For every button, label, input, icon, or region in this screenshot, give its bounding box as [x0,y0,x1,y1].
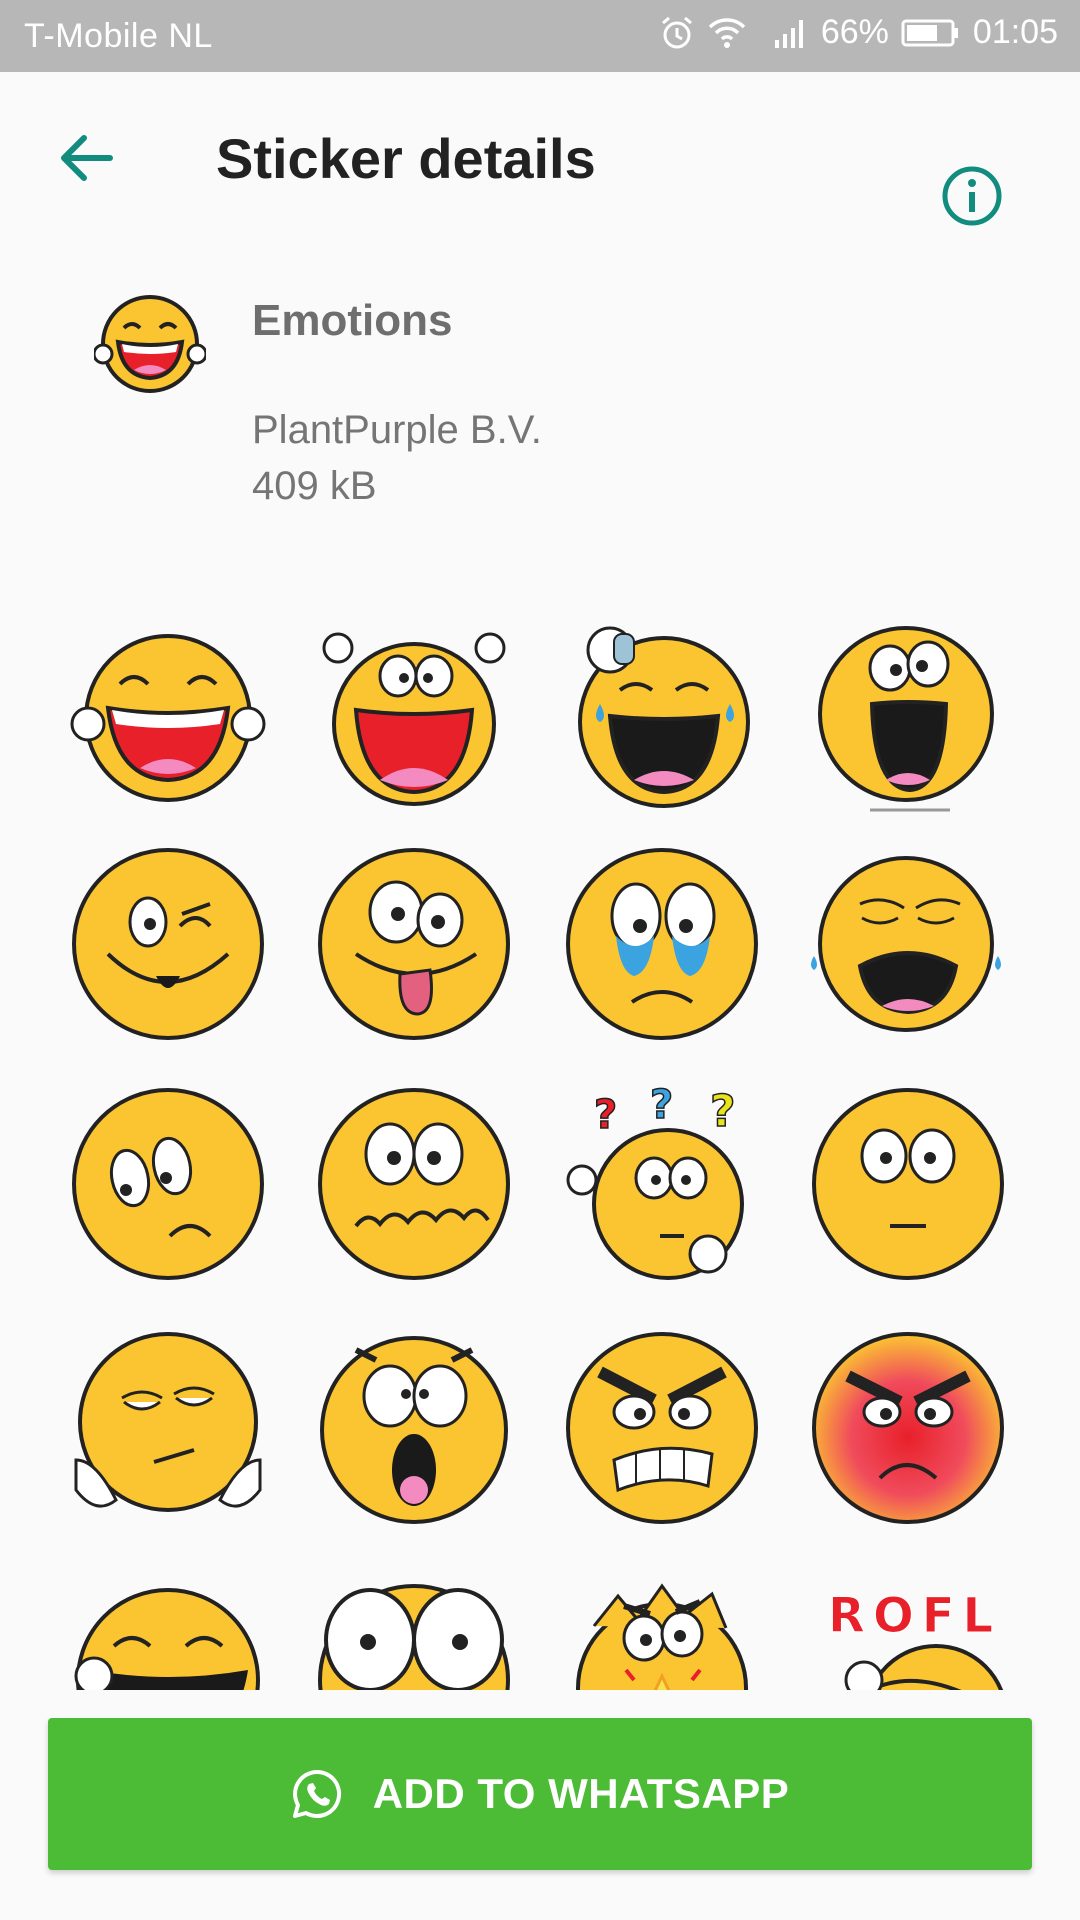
sticker-surprised-shocked[interactable] [316,1330,512,1526]
sticker-laughing-hands[interactable] [70,620,266,816]
sticker-laughing-hidden[interactable] [70,1576,266,1690]
arrow-left-icon [61,135,113,181]
pack-name: Emotions [252,296,453,345]
sticker-bawling[interactable] [810,846,1006,1042]
battery-icon [901,18,961,48]
status-icons: 66% 01:05 [659,13,1058,52]
info-button[interactable] [932,156,1012,236]
carrier-label: T-Mobile NL [24,17,213,55]
back-button[interactable] [46,118,126,198]
sticker-rofl[interactable]: ROFL [810,1576,1006,1690]
sticker-crying[interactable] [564,846,760,1042]
clock: 01:05 [972,13,1058,51]
sticker-laughing-tears[interactable] [564,620,760,816]
sticker-neutral[interactable] [810,1086,1006,1282]
pack-icon [92,292,208,396]
sticker-exploding-head[interactable] [564,1576,760,1690]
whatsapp-icon [292,1769,341,1818]
sticker-shouting-shaking[interactable] [810,620,1006,816]
page-title: Sticker details [216,127,596,190]
status-bar: T-Mobile NL 66% 01:05 [0,0,1080,72]
add-to-whatsapp-button[interactable]: ADD TO WHATSAPP [48,1718,1032,1870]
pack-publisher: PlantPurple B.V. [252,408,542,452]
question-mark-blue: ? [650,1086,673,1128]
sticker-wide-eyed[interactable] [316,1576,512,1690]
sticker-grid[interactable]: ? ? ? ROFL [0,590,1080,1690]
rofl-label: ROFL [828,1588,1001,1644]
sticker-furious-red[interactable] [810,1330,1006,1526]
sticker-sad-tired[interactable] [70,1086,266,1282]
pack-size: 409 kB [252,464,377,508]
sticker-winking[interactable] [70,846,266,1042]
add-to-whatsapp-label: ADD TO WHATSAPP [372,1770,790,1817]
question-mark-yellow: ? [710,1086,736,1137]
sticker-nervous-wobbly[interactable] [316,1086,512,1282]
alarm-icon [659,15,695,51]
sticker-big-grin-waving[interactable] [316,620,512,816]
sticker-bored-chin-in-hands[interactable] [70,1330,266,1526]
battery-percent: 66% [820,13,889,51]
question-mark-red: ? [594,1092,617,1138]
sticker-confused-question-marks[interactable]: ? ? ? [564,1086,760,1282]
app-bar: Sticker details [0,72,1080,242]
info-icon [942,166,1002,226]
sticker-angry-teeth[interactable] [564,1330,760,1526]
sticker-tongue-out[interactable] [316,846,512,1042]
signal-icon [773,16,809,50]
wifi-icon [707,15,747,51]
